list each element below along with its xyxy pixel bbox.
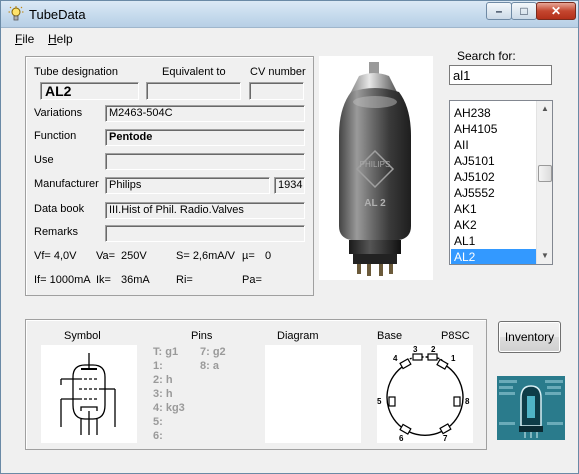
cv-number-label: CV number	[250, 66, 306, 78]
app-window: TubeData – □ ✕ File Help Tube designatio…	[0, 0, 579, 474]
base-pin-number: 7	[443, 434, 448, 443]
databook-field[interactable]: III.Hist of Phil. Radio.Valves	[105, 202, 305, 219]
list-scrollbar[interactable]: ▲ ▼	[536, 101, 552, 264]
function-field[interactable]: Pentode	[105, 129, 305, 146]
use-label: Use	[34, 154, 54, 166]
diagram-label: Diagram	[277, 330, 319, 342]
list-item[interactable]: AJ5102	[451, 169, 536, 185]
minimize-button[interactable]: –	[486, 2, 512, 20]
function-label: Function	[34, 130, 77, 142]
use-field[interactable]	[105, 153, 305, 170]
designation-field[interactable]: AL2	[40, 82, 139, 100]
base-pin-number: 8	[465, 397, 470, 406]
variations-field[interactable]: M2463-504C	[105, 105, 305, 122]
scroll-thumb[interactable]	[538, 165, 552, 182]
if-value: If= 1000mA	[34, 274, 91, 286]
pin-list: T: g1 1: 2: h 3: h 4: kg3 5: 6: 7: g2 8:…	[153, 346, 253, 446]
app-logo	[497, 376, 565, 440]
title-bar[interactable]: TubeData – □ ✕	[1, 1, 578, 28]
list-item[interactable]: AK1	[451, 201, 536, 217]
va-value: 250V	[121, 250, 147, 262]
pin-entry: T: g1	[153, 346, 179, 358]
pin-entry: 1:	[153, 360, 163, 372]
list-item[interactable]: AH4105	[451, 121, 536, 137]
inventory-button[interactable]: Inventory	[498, 321, 561, 353]
base-pin-number: 4	[393, 354, 398, 363]
list-item[interactable]: AH238	[451, 105, 536, 121]
symbol-box	[41, 345, 137, 443]
base-pinout-icon: 1 2 3 4 5 6 7 8	[377, 345, 470, 443]
menu-file-label: ile	[22, 32, 35, 46]
diagram-box	[265, 345, 361, 443]
list-item[interactable]: AL1	[451, 233, 536, 249]
va-label: Va=	[96, 250, 116, 262]
pentode-symbol-icon	[60, 353, 116, 435]
scroll-up-icon[interactable]: ▲	[537, 101, 552, 117]
close-icon: ✕	[550, 4, 562, 18]
tube-logo-icon	[497, 376, 565, 440]
scroll-down-icon[interactable]: ▼	[537, 248, 552, 264]
mu-value: 0	[265, 250, 272, 262]
pin-entry: 3: h	[153, 388, 173, 400]
lightbulb-icon	[8, 6, 24, 21]
base-pin-number: 3	[413, 345, 418, 354]
maximize-button[interactable]: □	[511, 2, 537, 20]
svg-text:PHILIPS: PHILIPS	[360, 160, 391, 169]
base-box: 1 2 3 4 5 6 7 8	[377, 345, 473, 443]
manufacturer-field[interactable]: Philips	[105, 177, 270, 194]
manufacturer-label: Manufacturer	[34, 178, 99, 190]
list-item[interactable]: AJ5552	[451, 185, 536, 201]
base-label: Base	[377, 330, 403, 342]
pin-entry: 4: kg3	[153, 402, 185, 414]
designation-label: Tube designation	[34, 66, 118, 78]
pa-label: Pa=	[242, 274, 262, 286]
base-type-label: P8SC	[441, 330, 470, 342]
menu-bar: File Help	[1, 29, 578, 49]
minimize-icon: –	[495, 4, 503, 18]
cv-number-field[interactable]	[249, 82, 304, 100]
ik-label: Ik=	[96, 274, 111, 286]
remarks-label: Remarks	[34, 226, 79, 238]
maximize-icon: □	[520, 4, 528, 18]
base-pin-number: 6	[399, 434, 404, 443]
s-value: S= 2,6mA/V	[176, 250, 236, 262]
window-title: TubeData	[29, 7, 86, 22]
equivalent-field[interactable]	[146, 82, 241, 100]
menu-help[interactable]: Help	[48, 32, 73, 46]
base-pin-number: 2	[431, 345, 436, 354]
tube-image-icon: PHILIPS AL 2	[339, 62, 411, 276]
tube-photo: PHILIPS AL 2	[319, 56, 433, 280]
menu-help-accesskey: H	[48, 32, 57, 46]
menu-help-label: elp	[56, 32, 73, 46]
base-pin-number: 5	[377, 397, 382, 406]
list-item-selected[interactable]: AL2	[451, 249, 536, 264]
symbol-label: Symbol	[64, 330, 101, 342]
base-pin-number: 1	[451, 354, 456, 363]
ik-value: 36mA	[121, 274, 150, 286]
list-item[interactable]: AJ5101	[451, 153, 536, 169]
pin-entry: 8: a	[200, 360, 219, 372]
remarks-field[interactable]	[105, 225, 305, 242]
ri-label: Ri=	[176, 274, 193, 286]
list-item[interactable]: AK2	[451, 217, 536, 233]
pin-entry: 7: g2	[200, 346, 226, 358]
databook-label: Data book	[34, 203, 85, 215]
tube-marking-text: AL 2	[364, 198, 386, 209]
list-item[interactable]: AII	[451, 137, 536, 153]
menu-file[interactable]: File	[15, 32, 34, 46]
pin-entry: 5:	[153, 416, 163, 428]
tube-list[interactable]: AH238 AH4105 AII AJ5101 AJ5102 AJ5552 AK…	[449, 100, 553, 265]
year-field[interactable]: 1934	[274, 177, 305, 194]
equivalent-label: Equivalent to	[162, 66, 226, 78]
pins-label: Pins	[191, 330, 213, 342]
mu-label: µ=	[242, 250, 255, 262]
vf-value: Vf= 4,0V	[34, 250, 77, 262]
search-input[interactable]	[449, 65, 552, 85]
close-button[interactable]: ✕	[536, 2, 576, 20]
pin-entry: 2: h	[153, 374, 173, 386]
variations-label: Variations	[34, 107, 83, 119]
search-label: Search for:	[457, 49, 516, 63]
pin-entry: 6:	[153, 430, 163, 442]
